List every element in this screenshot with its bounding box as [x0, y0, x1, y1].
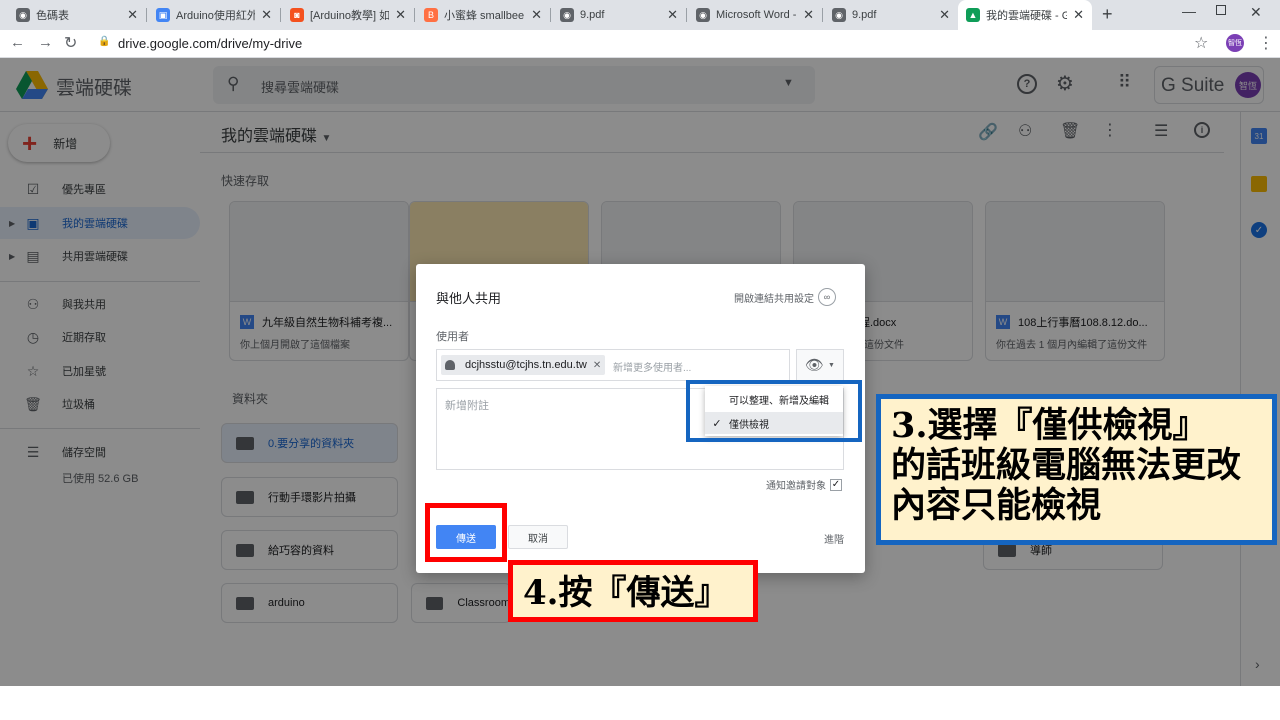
tab-favicon-icon: ◉: [832, 8, 846, 22]
eye-icon: 👁: [805, 357, 825, 374]
lock-icon: 🔒: [98, 36, 111, 47]
window-close-icon[interactable]: ✕: [1250, 4, 1262, 21]
notify-checkbox[interactable]: ✓: [830, 478, 842, 491]
note-placeholder: 新增附註: [445, 400, 489, 412]
bookmark-star-icon[interactable]: ☆: [1194, 33, 1208, 53]
recipient-chip[interactable]: dcjhsstu@tcjhs.tn.edu.tw ✕: [441, 355, 606, 375]
permission-dropdown-button[interactable]: 👁 ▼: [796, 349, 844, 381]
recipient-email: dcjhsstu@tcjhs.tn.edu.tw: [465, 359, 587, 371]
close-icon[interactable]: ✕: [939, 7, 950, 23]
tab-title: 9.pdf: [852, 9, 877, 21]
browser-tab[interactable]: ◉ 色碼表 ✕: [8, 0, 146, 30]
url-text[interactable]: drive.google.com/drive/my-drive: [118, 36, 302, 51]
tab-favicon-icon: B: [424, 8, 438, 22]
tab-favicon-icon: ◉: [560, 8, 574, 22]
tab-title: 我的雲端硬碟 - Go: [986, 10, 1068, 22]
people-label: 使用者: [436, 331, 469, 343]
back-icon[interactable]: ←: [10, 34, 25, 51]
callout-line: 3.選擇『僅供檢視』: [891, 405, 1208, 446]
step3-callout: 3.選擇『僅供檢視』 的話班級電腦無法更改 內容只能檢視: [876, 394, 1277, 545]
tab-title: [Arduino教學] 如何: [310, 10, 390, 22]
callout-line: 的話班級電腦無法更改: [891, 445, 1242, 486]
close-icon[interactable]: ✕: [261, 7, 272, 23]
link-share-settings[interactable]: 開啟連結共用設定 ∞: [734, 288, 836, 306]
person-icon: [445, 360, 455, 370]
forward-icon[interactable]: →: [38, 34, 53, 51]
dropdown-arrow-icon: ▼: [828, 361, 835, 369]
people-input-box[interactable]: dcjhsstu@tcjhs.tn.edu.tw ✕ 新增更多使用者...: [436, 349, 790, 381]
close-icon[interactable]: ✕: [1073, 7, 1084, 23]
tab-title: 色碼表: [36, 10, 69, 22]
tab-favicon-icon: ◉: [696, 8, 710, 22]
dialog-title: 與他人共用: [436, 291, 502, 306]
add-more-people-input[interactable]: 新增更多使用者...: [613, 359, 691, 374]
callout-line: 內容只能檢視: [891, 485, 1102, 526]
cancel-button[interactable]: 取消: [508, 525, 568, 549]
reload-icon[interactable]: ↻: [64, 33, 77, 53]
tab-favicon-icon: ▣: [156, 8, 170, 22]
advanced-link[interactable]: 進階: [824, 531, 844, 546]
address-bar-row: ← → ↻ 🔒 drive.google.com/drive/my-drive …: [0, 30, 1280, 58]
highlight-box-send: [425, 503, 507, 562]
browser-tab-bar: ◉ 色碼表 ✕ ▣ Arduino使用紅外線 ✕ ◙ [Arduino教學] 如…: [0, 0, 1280, 30]
drive-favicon-icon: ▲: [966, 8, 980, 22]
tab-favicon-icon: ◙: [290, 8, 304, 22]
close-icon[interactable]: ✕: [803, 7, 814, 23]
link-share-label: 開啟連結共用設定: [734, 293, 814, 305]
browser-tab-active[interactable]: ▲ 我的雲端硬碟 - Go ✕: [958, 0, 1092, 30]
step4-callout: 4.按『傳送』: [508, 560, 758, 622]
tab-title: Microsoft Word -: [716, 9, 797, 21]
minimize-icon[interactable]: —: [1182, 3, 1196, 19]
remove-chip-icon[interactable]: ✕: [593, 360, 601, 371]
browser-tab[interactable]: ◙ [Arduino教學] 如何 ✕: [282, 0, 414, 30]
close-icon[interactable]: ✕: [395, 7, 406, 23]
new-tab-icon[interactable]: +: [1102, 4, 1113, 25]
highlight-box-dropdown: [686, 380, 862, 442]
close-icon[interactable]: ✕: [531, 7, 542, 23]
browser-tab[interactable]: ◉ 9.pdf ✕: [552, 0, 686, 30]
bottom-strip: [0, 686, 1280, 720]
tab-favicon-icon: ◉: [16, 8, 30, 22]
link-icon: ∞: [818, 288, 836, 306]
notify-checkbox-row[interactable]: 通知邀請對象 ✓: [766, 477, 842, 492]
tab-title: 9.pdf: [580, 9, 605, 21]
browser-tab[interactable]: B 小蜜蜂 smallbee ✕: [416, 0, 550, 30]
notify-label: 通知邀請對象: [766, 481, 826, 492]
close-icon[interactable]: ✕: [127, 7, 138, 23]
browser-tab[interactable]: ◉ Microsoft Word - ✕: [688, 0, 822, 30]
tab-title: Arduino使用紅外線: [176, 10, 256, 22]
close-icon[interactable]: ✕: [667, 7, 678, 23]
maximize-icon[interactable]: [1216, 5, 1226, 15]
profile-avatar[interactable]: 智恆: [1226, 34, 1244, 52]
browser-tab[interactable]: ▣ Arduino使用紅外線 ✕: [148, 0, 280, 30]
tab-title: 小蜜蜂 smallbee: [444, 10, 525, 22]
menu-kebab-icon[interactable]: ⋮: [1258, 33, 1274, 53]
browser-tab[interactable]: ◉ 9.pdf ✕: [824, 0, 958, 30]
